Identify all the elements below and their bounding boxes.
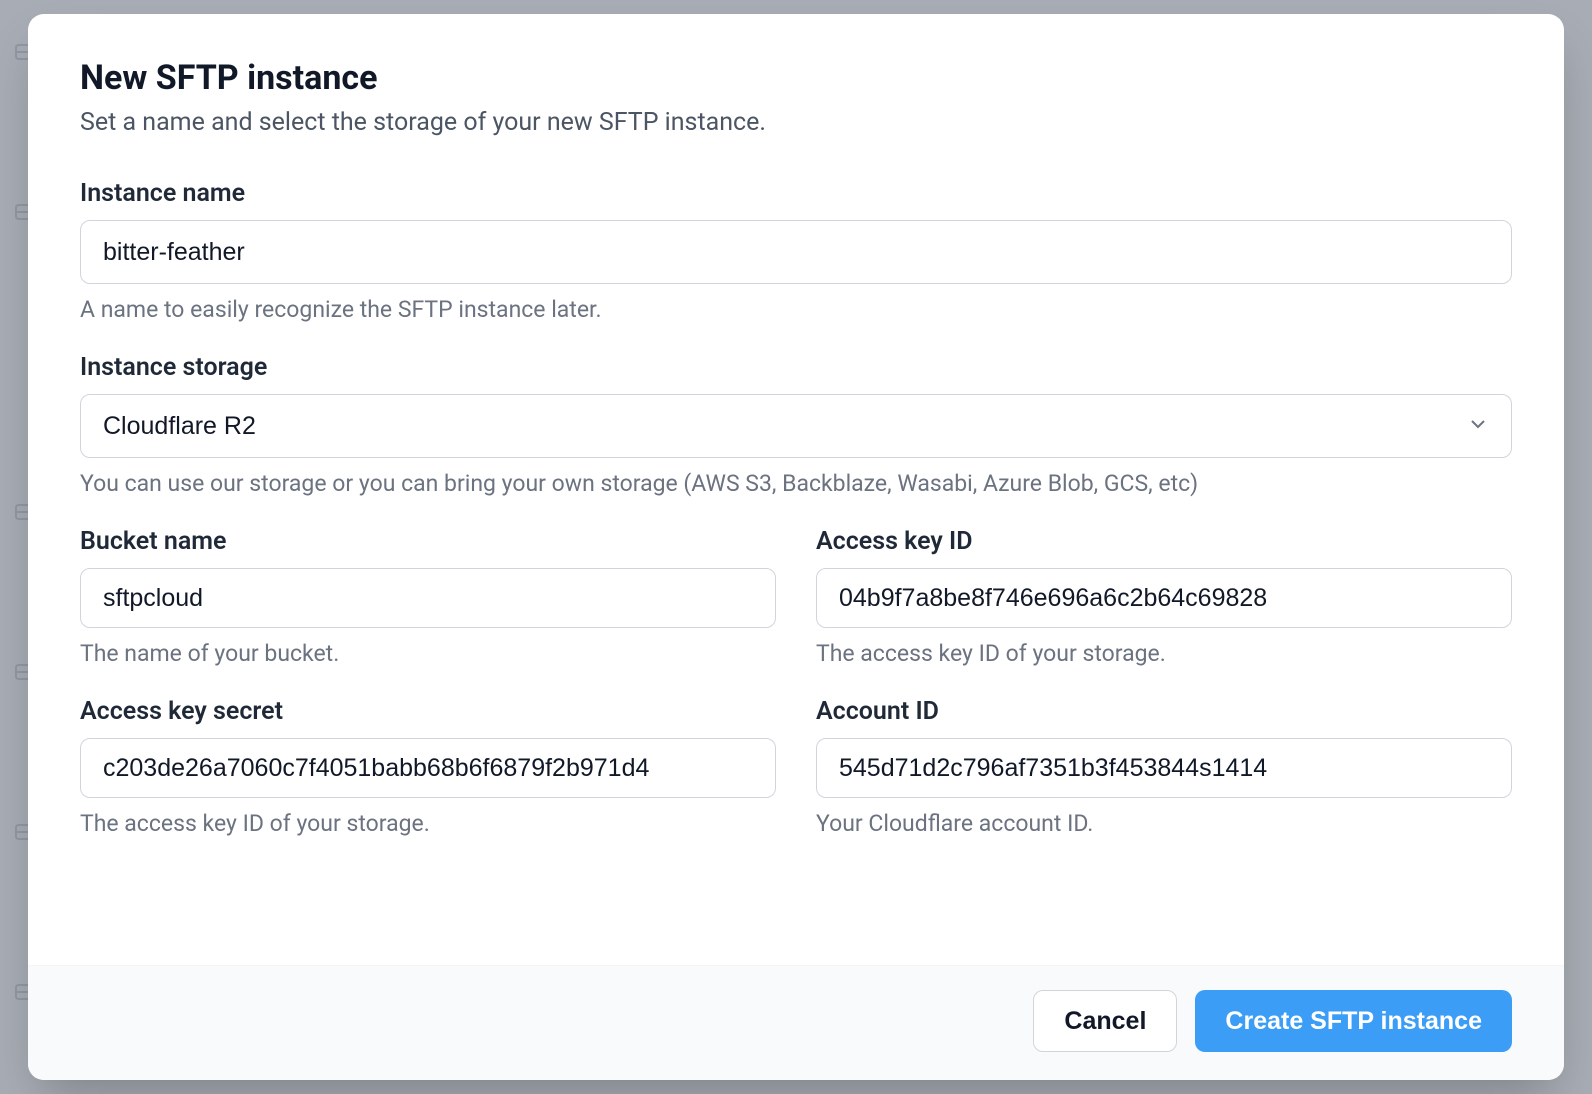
access-key-id-help: The access key ID of your storage. <box>816 640 1512 667</box>
instance-storage-select-wrap: Cloudflare R2 <box>80 394 1512 458</box>
new-sftp-instance-modal: New SFTP instance Set a name and select … <box>28 14 1564 1080</box>
row-secret-account: Access key secret The access key ID of y… <box>80 697 1512 867</box>
access-key-secret-label: Access key secret <box>80 697 776 726</box>
access-key-id-input[interactable] <box>816 568 1512 628</box>
cancel-button[interactable]: Cancel <box>1033 990 1177 1052</box>
modal-body: New SFTP instance Set a name and select … <box>28 14 1564 965</box>
instance-storage-label: Instance storage <box>80 353 1512 382</box>
row-bucket-access-key: Bucket name The name of your bucket. Acc… <box>80 527 1512 697</box>
instance-name-label: Instance name <box>80 179 1512 208</box>
account-id-help: Your Cloudflare account ID. <box>816 810 1512 837</box>
instance-storage-select[interactable]: Cloudflare R2 <box>80 394 1512 458</box>
field-access-key-secret: Access key secret The access key ID of y… <box>80 697 776 837</box>
instance-name-help: A name to easily recognize the SFTP inst… <box>80 296 1512 323</box>
modal-footer: Cancel Create SFTP instance <box>28 965 1564 1080</box>
access-key-id-label: Access key ID <box>816 527 1512 556</box>
field-instance-name: Instance name A name to easily recognize… <box>80 179 1512 323</box>
bucket-name-input[interactable] <box>80 568 776 628</box>
field-instance-storage: Instance storage Cloudflare R2 You can u… <box>80 353 1512 497</box>
instance-name-input[interactable] <box>80 220 1512 284</box>
modal-subtitle: Set a name and select the storage of you… <box>80 108 1512 137</box>
bucket-name-help: The name of your bucket. <box>80 640 776 667</box>
field-account-id: Account ID Your Cloudflare account ID. <box>816 697 1512 837</box>
access-key-secret-help: The access key ID of your storage. <box>80 810 776 837</box>
instance-storage-help: You can use our storage or you can bring… <box>80 470 1512 497</box>
account-id-label: Account ID <box>816 697 1512 726</box>
modal-title: New SFTP instance <box>80 58 1512 98</box>
create-sftp-instance-button[interactable]: Create SFTP instance <box>1195 990 1512 1052</box>
account-id-input[interactable] <box>816 738 1512 798</box>
access-key-secret-input[interactable] <box>80 738 776 798</box>
bucket-name-label: Bucket name <box>80 527 776 556</box>
field-bucket-name: Bucket name The name of your bucket. <box>80 527 776 667</box>
field-access-key-id: Access key ID The access key ID of your … <box>816 527 1512 667</box>
